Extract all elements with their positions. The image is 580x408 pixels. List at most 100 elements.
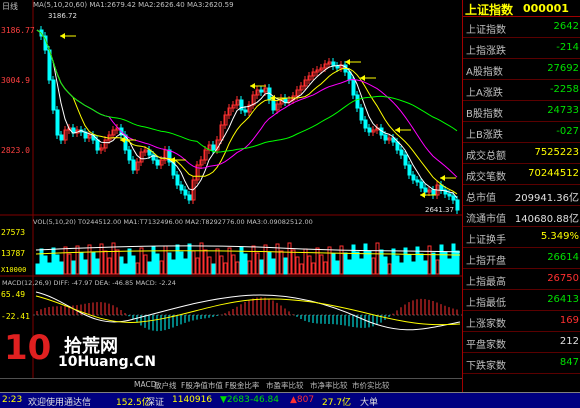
diff-line [35,291,461,331]
panel-row-value: -2258 [549,84,579,95]
panel-row-value: 209941.36亿 [514,193,579,204]
volume-bar [155,253,160,275]
panel-header: 上证指数 000001 [463,0,580,17]
panel-row: 上证指数 2642 [463,17,580,38]
annotation-arrowhead [420,192,425,198]
panel-row-label: 上证换手 [466,235,506,246]
volume-bar [39,248,44,275]
y-tick-macd-top: 65.49 [1,290,26,299]
volume-bar [231,254,236,275]
ma-legend: MA(5,10,20,60) MA1:2679.42 MA2:2626.40 M… [33,1,234,9]
volume-bar [391,248,396,275]
ma20-line [36,29,458,178]
volume-bar [47,262,52,275]
volume-bar [95,258,100,275]
volume-bar [399,262,404,275]
volume-bar [387,263,392,275]
candle-body [359,107,364,121]
volume-bar [199,242,204,275]
candle-body [243,109,248,113]
panel-row-value: 26614 [547,252,579,263]
volume-bar [163,245,168,275]
volume-bar [395,255,400,275]
status-bar: 2:23 欢迎使用通达信 152.5亿 深证 1140916 ▼2683 -46.84 ▲80… [0,392,580,408]
volume-bar [179,251,184,275]
volume-bar [83,259,88,275]
volume-bar [223,262,228,275]
panel-row: A股指数 27692 [463,59,580,80]
y-tick-vol-top: 27573 [1,228,26,237]
volume-bar [79,252,84,275]
tab-pe[interactable]: 市盈率比较 [266,380,304,391]
panel-row: 平盘家数 212 [463,332,580,353]
volume-bar [219,255,224,275]
candle-body [423,187,428,193]
panel-row-value: 70244512 [528,168,579,179]
annotation-arrowhead [440,175,445,181]
panel-row-label: 总市值 [466,193,496,204]
volume-bar [247,260,252,275]
panel-row-value: 212 [559,336,579,347]
candle-body [59,134,64,141]
volume-bar [207,256,212,275]
tab-pb[interactable]: 市净率比较 [310,380,348,391]
tab-nav[interactable]: F股净值市值 [181,380,223,391]
panel-row-label: 上A涨跌 [466,88,503,99]
volume-bar [91,251,96,275]
candle-body [447,193,452,197]
volume-bar [275,243,280,275]
volume-bar [111,242,116,275]
volume-bar [175,244,180,275]
panel-row-label: 成交笔数 [466,172,506,183]
tab-retail[interactable]: 散户线 [154,380,177,391]
candle-body [131,159,136,171]
volume-bar [87,244,92,275]
tab-price[interactable]: 市价实比较 [352,380,390,391]
volume-bar [427,245,432,275]
candle-body [403,154,408,166]
volume-bar [115,249,120,275]
kline-chart[interactable] [0,0,462,378]
status-item: -46.84 [250,395,280,405]
panel-row: 上指开盘 26614 [463,248,580,269]
candle-body [407,164,412,176]
volume-bar [171,259,176,275]
volume-bar [55,254,60,275]
volume-bar [215,248,220,275]
panel-row-value: 7525223 [534,147,579,158]
panel-row: 流通市值 140680.88亿 [463,206,580,227]
panel-row-value: 140680.88亿 [514,214,579,225]
volume-bar [411,261,416,275]
watermark-domain: 10Huang.CN [58,354,156,370]
volume-bar [127,248,132,275]
kline-chart-area[interactable]: 日线 MA(5,10,20,60) MA1:2679.42 MA2:2626.4… [0,0,470,392]
volume-bar [35,263,40,275]
candle-body [383,134,388,141]
volume-bar [255,252,260,275]
index-info-panel: 上证指数 000001 上证指数 2642 上指涨跌 -214 A股指数 27692 上A涨… [462,0,580,392]
panel-row-value: 2642 [553,21,579,32]
candle-body [155,159,160,166]
volume-bar [443,251,448,275]
panel-row: 上涨家数 169 [463,311,580,332]
volume-bar [323,261,328,275]
volume-bar [447,258,452,275]
volume-bar [271,258,276,275]
candle-body [431,189,436,196]
candle-body [271,99,276,111]
tab-ratio[interactable]: F股金比率 [225,380,259,391]
candle-body [95,139,100,151]
status-item: 大单 [360,398,379,408]
volume-bar [343,252,348,275]
candle-body [335,65,340,69]
period-label: 日线 [2,2,18,11]
status-item: 27.7亿 [322,398,352,408]
panel-row-label: 平盘家数 [466,340,506,351]
volume-bar [203,249,208,275]
candle-body [419,181,424,189]
volume-bar [347,259,352,275]
panel-row-label: 上证指数 [466,25,506,36]
volume-bar [299,263,304,275]
annotation-arrowhead [60,33,65,39]
volume-bar [287,242,292,275]
